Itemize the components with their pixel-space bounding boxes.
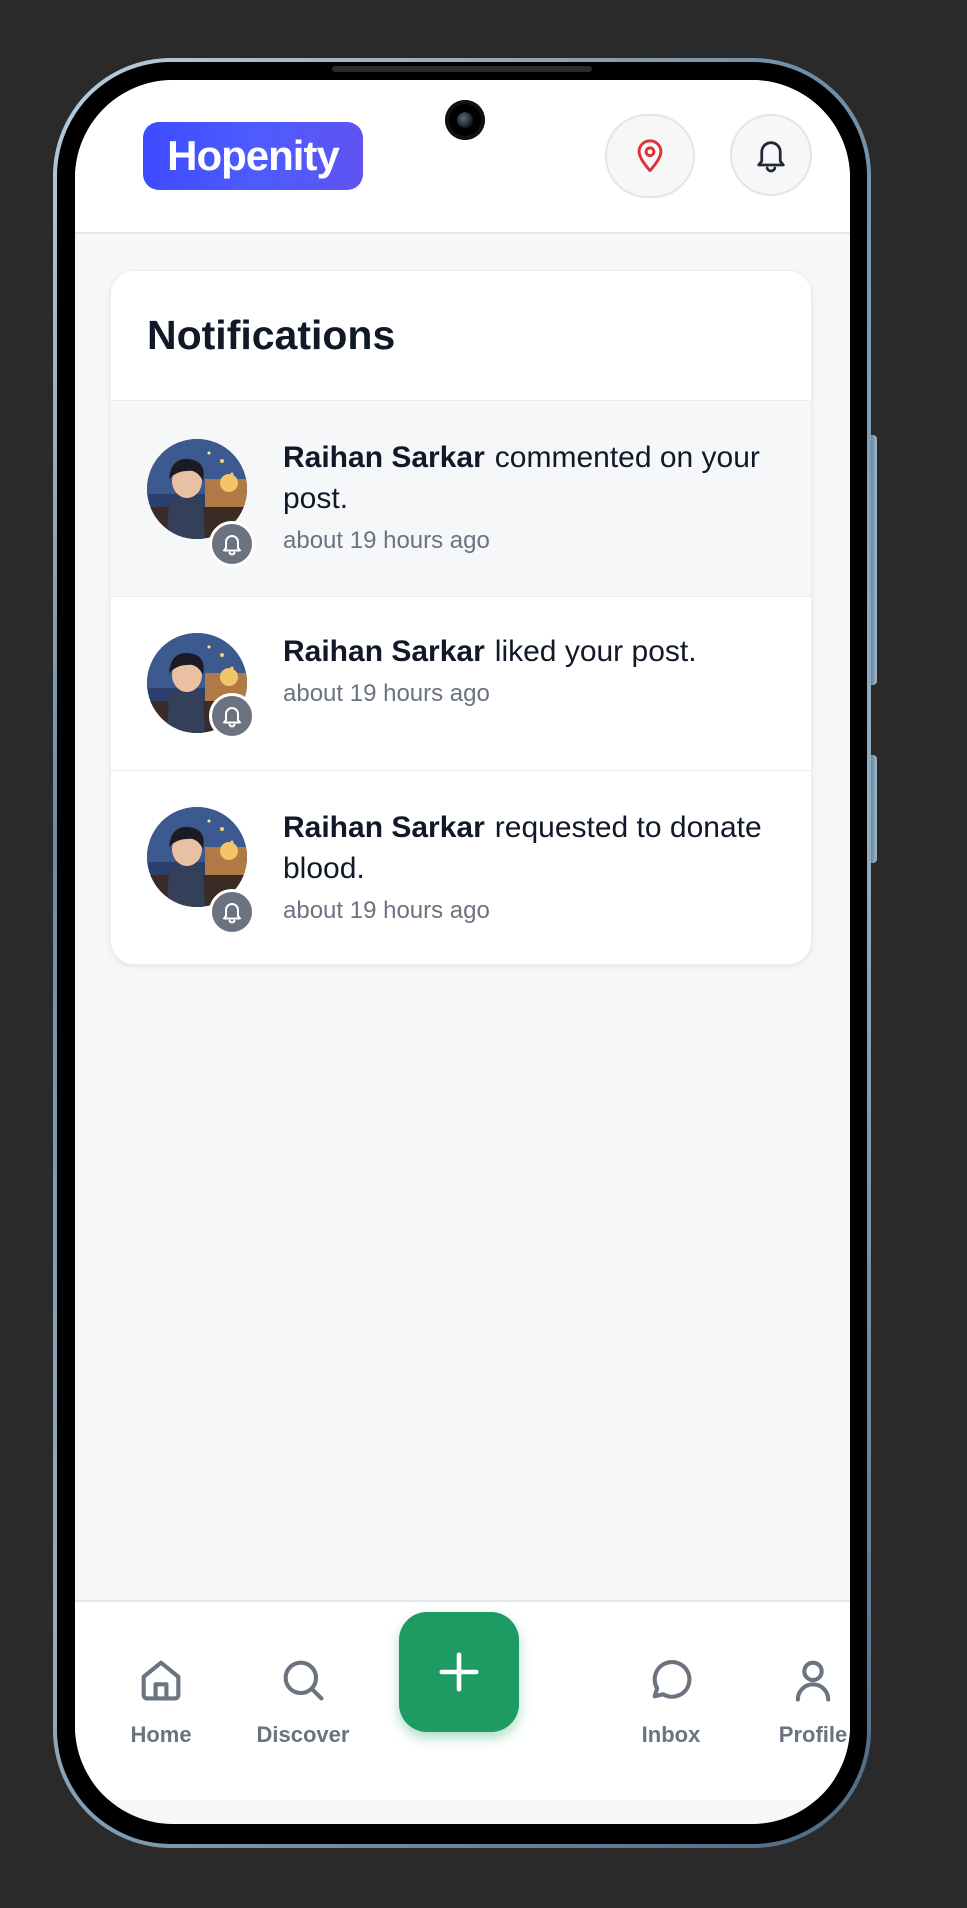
notification-action: liked your post.: [494, 635, 697, 668]
notification-item[interactable]: Raihan Sarkar liked your post. about 19 h…: [111, 597, 811, 771]
phone-frame: Hopenity Notifications Raihan Sarkar com…: [53, 58, 871, 1848]
page-title: Notifications: [111, 271, 811, 401]
bell-icon: [223, 707, 241, 728]
notifications-card: Notifications Raihan Sarkar commented on…: [110, 270, 812, 965]
nav-home-label: Home: [130, 1722, 192, 1747]
notification-time: about 19 hours ago: [283, 527, 490, 554]
nav-inbox[interactable]: Inbox: [611, 1654, 731, 1748]
notification-time: about 19 hours ago: [283, 680, 490, 707]
notifications-button[interactable]: [730, 114, 812, 196]
nav-inbox-label: Inbox: [641, 1722, 701, 1747]
map-pin-icon: [637, 139, 663, 173]
bell-icon: [223, 535, 241, 556]
notification-badge: [209, 693, 255, 739]
bell-icon: [223, 903, 241, 924]
app-screen: Hopenity Notifications Raihan Sarkar com…: [75, 80, 850, 1824]
bottom-nav: Home Discover Inbox Profile: [75, 1600, 850, 1800]
notification-user-name[interactable]: Raihan Sarkar: [283, 635, 485, 668]
user-icon: [795, 1660, 831, 1702]
front-camera: [445, 100, 485, 140]
nav-discover[interactable]: Discover: [243, 1654, 363, 1748]
nav-profile[interactable]: Profile: [753, 1654, 850, 1748]
plus-icon: [439, 1652, 479, 1692]
notification-badge: [209, 889, 255, 935]
nav-home[interactable]: Home: [101, 1654, 221, 1748]
location-button[interactable]: [605, 114, 695, 198]
notification-time: about 19 hours ago: [283, 897, 490, 924]
notification-badge: [209, 521, 255, 567]
notification-item[interactable]: Raihan Sarkar requested to donate blood. …: [111, 771, 811, 964]
search-icon: [283, 1660, 324, 1701]
notification-user-name[interactable]: Raihan Sarkar: [283, 811, 485, 844]
nav-discover-label: Discover: [256, 1722, 350, 1747]
notification-user-name[interactable]: Raihan Sarkar: [283, 441, 485, 474]
notification-item[interactable]: Raihan Sarkar commented on your post. abo…: [111, 401, 811, 597]
app-logo[interactable]: Hopenity: [143, 122, 363, 190]
home-icon: [141, 1660, 181, 1701]
message-circle-icon: [652, 1660, 692, 1699]
bell-icon: [757, 141, 785, 173]
nav-profile-label: Profile: [778, 1722, 848, 1747]
speaker-grille: [332, 66, 592, 72]
add-post-button[interactable]: [399, 1612, 519, 1732]
